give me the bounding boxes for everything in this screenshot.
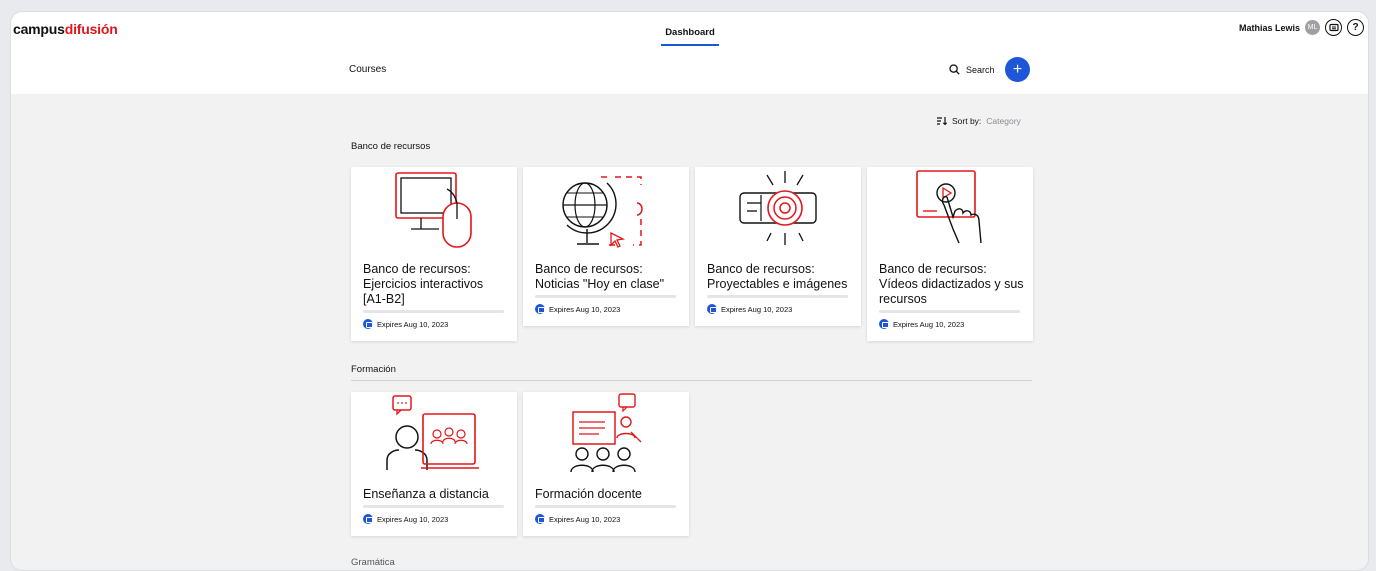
logo-text-campus: campus (13, 21, 65, 37)
expiry-text: Expires Aug 10, 2023 (377, 514, 449, 524)
course-card[interactable]: Formación docente Expires Aug 10, 2023 (523, 392, 689, 536)
section-title: Banco de recursos (351, 141, 431, 152)
expiry: Expires Aug 10, 2023 (535, 514, 620, 524)
calendar-icon (363, 514, 373, 524)
user-menu: Mathias Lewis ML ? (1239, 19, 1364, 36)
help-icon[interactable]: ? (1347, 19, 1364, 36)
globe-icon (562, 176, 643, 248)
calendar-icon (363, 319, 373, 329)
progress-bar (535, 295, 676, 298)
remote-teaching-icon (386, 395, 479, 470)
progress-bar (879, 310, 1020, 313)
expiry-text: Expires Aug 10, 2023 (377, 319, 449, 329)
expiry: Expires Aug 10, 2023 (535, 304, 620, 314)
video-touch-icon (916, 170, 982, 244)
sort-icon (937, 117, 947, 125)
search-button[interactable]: Search (949, 64, 995, 75)
calendar-icon (535, 514, 545, 524)
sort-value: Category (986, 116, 1021, 126)
expiry-text: Expires Aug 10, 2023 (893, 319, 965, 329)
chat-icon[interactable] (1325, 19, 1342, 36)
progress-bar (363, 505, 504, 508)
logo-text-difusion: difusión (64, 21, 118, 37)
calendar-icon (707, 304, 717, 314)
sort-label: Sort by: (952, 116, 982, 126)
expiry-text: Expires Aug 10, 2023 (721, 304, 793, 314)
top-bar: campusdifusión Dashboard Mathias Lewis M… (11, 12, 1368, 94)
expiry: Expires Aug 10, 2023 (879, 319, 964, 329)
expiry-text: Expires Aug 10, 2023 (549, 514, 621, 524)
computer-mouse-icon (395, 172, 472, 248)
tab-dashboard[interactable]: Dashboard (661, 27, 719, 46)
section-divider (351, 380, 1032, 381)
progress-bar (707, 295, 848, 298)
calendar-icon (879, 319, 889, 329)
progress-bar (535, 505, 676, 508)
course-card[interactable]: Banco de recursos: Ejercicios interactiv… (351, 167, 517, 341)
courses-heading: Courses (349, 64, 387, 75)
search-label: Search (966, 64, 995, 75)
logo[interactable]: campusdifusión (13, 21, 118, 37)
progress-bar (363, 310, 504, 313)
course-title: Formación docente (535, 487, 643, 501)
teacher-training-icon (570, 393, 642, 473)
course-title: Enseñanza a distancia (363, 487, 489, 501)
projector-icon (739, 171, 817, 245)
course-title: Banco de recursos: Noticias "Hoy en clas… (535, 262, 665, 291)
search-icon (949, 64, 960, 75)
section-title: Formación (351, 364, 396, 375)
expiry-text: Expires Aug 10, 2023 (549, 304, 621, 314)
user-name[interactable]: Mathias Lewis (1239, 23, 1300, 33)
course-title: Banco de recursos: Ejercicios interactiv… (363, 262, 484, 306)
expiry: Expires Aug 10, 2023 (363, 514, 448, 524)
avatar[interactable]: ML (1305, 20, 1320, 35)
course-card[interactable]: Enseñanza a distancia Expires Aug 10, 20… (351, 392, 517, 536)
course-card[interactable]: Banco de recursos: Noticias "Hoy en clas… (523, 167, 689, 326)
course-card[interactable]: Banco de recursos: Vídeos didactizados y… (867, 167, 1033, 341)
add-course-button[interactable]: + (1005, 57, 1030, 82)
calendar-icon (535, 304, 545, 314)
course-title: Banco de recursos: Vídeos didactizados y… (879, 262, 1024, 306)
app-window: campusdifusión Dashboard Mathias Lewis M… (10, 11, 1369, 571)
sort-control[interactable]: Sort by: Category (937, 116, 1021, 126)
course-title: Banco de recursos: Proyectables e imágen… (707, 262, 848, 291)
expiry: Expires Aug 10, 2023 (363, 319, 448, 329)
expiry: Expires Aug 10, 2023 (707, 304, 792, 314)
course-card[interactable]: Banco de recursos: Proyectables e imágen… (695, 167, 861, 326)
